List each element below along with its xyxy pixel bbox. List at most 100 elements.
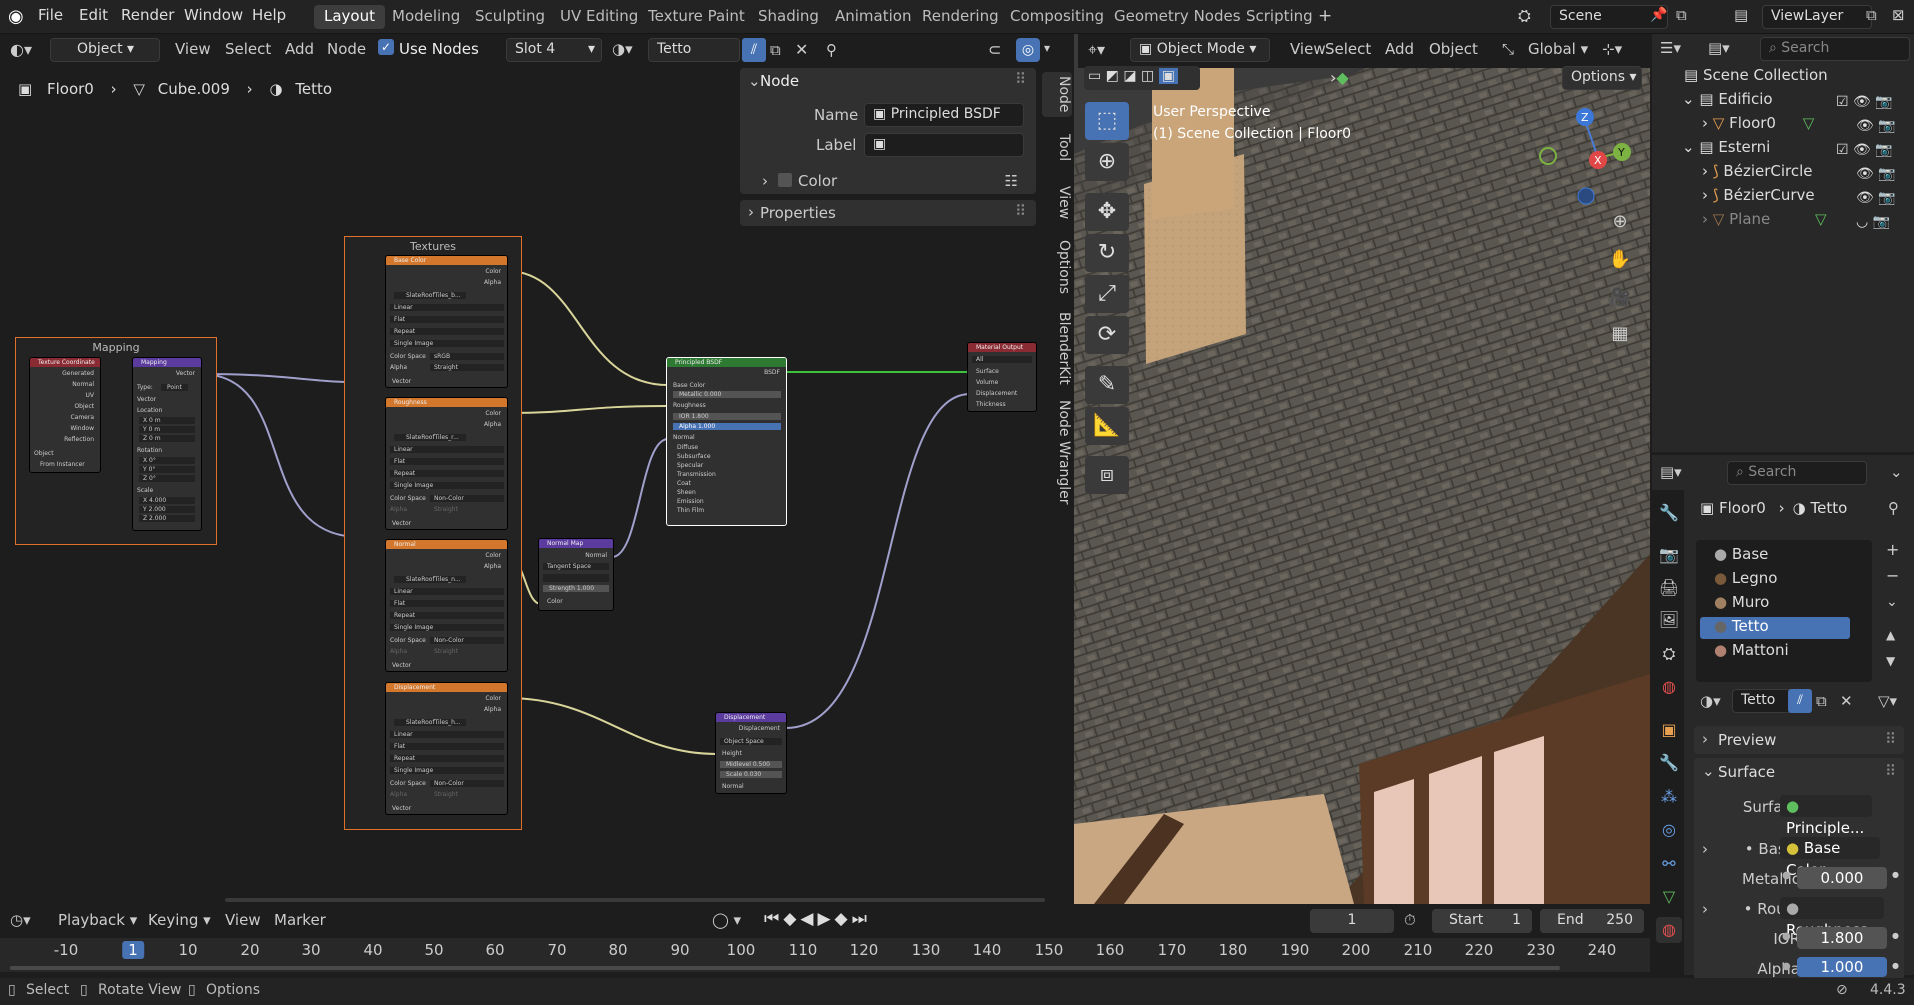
- surface-shader-field[interactable]: ● Principle...: [1780, 795, 1872, 837]
- ior-field[interactable]: 1.800: [1797, 927, 1887, 949]
- world-tab-icon[interactable]: ◍: [1656, 674, 1682, 700]
- panel-coat[interactable]: Coat: [677, 480, 691, 487]
- properties-type-icon[interactable]: ▤▾: [1660, 463, 1682, 481]
- eye-icon[interactable]: 👁: [1853, 142, 1871, 158]
- play-reverse-icon[interactable]: ◀: [800, 909, 817, 929]
- next-keyframe-icon[interactable]: ◆: [835, 909, 852, 929]
- menu-add[interactable]: Add: [1385, 40, 1414, 58]
- material-slot-tetto[interactable]: ● Tetto: [1700, 617, 1850, 639]
- outliner-row-floor0[interactable]: › ▽ Floor0 ▽: [1702, 114, 1814, 136]
- move-tool[interactable]: ✥: [1085, 193, 1129, 231]
- pin-icon[interactable]: 📌: [1650, 7, 1667, 23]
- outliner-type-icon[interactable]: ☰▾: [1660, 39, 1681, 57]
- field[interactable]: Y 2.000: [139, 506, 195, 513]
- label-field[interactable]: ▣: [864, 133, 1024, 157]
- duplicate-material-icon[interactable]: ⧉: [1816, 692, 1827, 710]
- uv-map-field[interactable]: [543, 574, 609, 582]
- dropdown[interactable]: Repeat: [390, 612, 504, 619]
- link-type-icon[interactable]: ▽▾: [1878, 692, 1897, 710]
- space-dropdown[interactable]: Tangent Space: [543, 563, 609, 570]
- image-name[interactable]: SlateRoofTiles_r...: [394, 434, 466, 441]
- eye-icon[interactable]: 👁: [1856, 118, 1874, 134]
- image-name[interactable]: SlateRoofTiles_n...: [394, 576, 466, 583]
- properties-section[interactable]: › Properties ⠿: [740, 200, 1036, 226]
- principled-bsdf-node[interactable]: Principled BSDF BSDF Base Color Metallic…: [666, 357, 787, 526]
- field[interactable]: Y 0 m: [139, 426, 195, 433]
- eye-icon[interactable]: 👁: [1853, 94, 1871, 110]
- dropdown[interactable]: Single Image: [390, 482, 504, 489]
- texture-coordinate-node[interactable]: Texture Coordinate Generated Normal UV O…: [29, 357, 101, 473]
- orientation-icon[interactable]: ⤡: [1502, 40, 1514, 58]
- field[interactable]: X 0 m: [139, 417, 195, 424]
- annotate-tool[interactable]: ✎: [1085, 366, 1129, 404]
- tab-scripting[interactable]: Scripting: [1236, 5, 1323, 29]
- unlink-material-icon[interactable]: ✕: [1840, 692, 1853, 710]
- camera-icon[interactable]: 📷: [1873, 214, 1890, 230]
- panel-subsurface[interactable]: Subsurface: [677, 453, 711, 460]
- field[interactable]: Z 0 m: [139, 435, 195, 442]
- scale-tool[interactable]: ⤢: [1085, 275, 1129, 313]
- camera-view-icon[interactable]: 🎥: [1604, 282, 1636, 314]
- outliner-row-esterni[interactable]: ⌄ ▤ Esterni: [1682, 138, 1770, 160]
- dropdown[interactable]: Repeat: [390, 755, 504, 762]
- drag-handle-icon[interactable]: ⠿: [1015, 202, 1026, 220]
- ortho-grid-icon[interactable]: ▦: [1604, 318, 1636, 350]
- panel-diffuse[interactable]: Diffuse: [677, 444, 698, 451]
- keyframe-dot-icon[interactable]: ●: [1892, 961, 1899, 970]
- timeline-scrollbar[interactable]: [10, 966, 1560, 970]
- pin-icon[interactable]: ⚲: [1888, 499, 1899, 517]
- modifier-tab-icon[interactable]: 🔧: [1656, 750, 1682, 776]
- alpha-value[interactable]: Straight: [430, 364, 504, 371]
- dropdown[interactable]: Flat: [390, 316, 504, 323]
- ior-field[interactable]: IOR 1.800: [673, 413, 781, 420]
- material-output-node[interactable]: Material Output All Surface Volume Displ…: [967, 342, 1037, 412]
- chevron-down-icon[interactable]: ⌄: [1890, 463, 1903, 481]
- viewport-options-button[interactable]: Options ▾: [1562, 66, 1642, 90]
- mode-dropdown[interactable]: ▣ Object Mode ▾: [1130, 38, 1270, 62]
- list-icon[interactable]: ☷: [1005, 172, 1018, 190]
- checkbox-icon[interactable]: ☑: [1836, 94, 1849, 110]
- roughness-texture-node[interactable]: Roughness Color Alpha SlateRoofTiles_r..…: [385, 397, 508, 530]
- dropdown[interactable]: Flat: [390, 600, 504, 607]
- midlevel-field[interactable]: Midlevel 0.500: [720, 761, 782, 768]
- eye-icon[interactable]: 👁: [1856, 166, 1874, 182]
- alpha-value[interactable]: Straight: [430, 791, 504, 798]
- remove-slot-icon[interactable]: −: [1886, 566, 1899, 585]
- dropdown[interactable]: Linear: [390, 588, 504, 595]
- current-frame-marker[interactable]: 1: [122, 941, 144, 959]
- color-space-value[interactable]: Non-Color: [430, 495, 504, 502]
- current-frame-field[interactable]: 1: [1310, 909, 1394, 933]
- node-section[interactable]: ⌄ Node ⠿ Name ▣ Principled BSDF Label ▣ …: [740, 68, 1036, 194]
- gizmo-toggle-icon[interactable]: ›◆: [1330, 68, 1349, 87]
- camera-icon[interactable]: 📷: [1875, 94, 1892, 110]
- drag-handle-icon[interactable]: ⠿: [1885, 730, 1896, 748]
- outliner-row-plane[interactable]: › ▽ Plane ▽: [1702, 210, 1827, 232]
- keyframe-dot-icon[interactable]: ●: [1892, 931, 1899, 940]
- move-down-icon[interactable]: ▼: [1886, 654, 1895, 668]
- chevron-right-icon[interactable]: ›: [1702, 900, 1708, 918]
- menu-playback[interactable]: Playback ▾: [58, 911, 137, 929]
- view-layer-tab-icon[interactable]: 🖼: [1656, 607, 1682, 633]
- menu-keying[interactable]: Keying ▾: [148, 911, 211, 929]
- strength-field[interactable]: Strength 1.000: [543, 585, 609, 592]
- move-up-icon[interactable]: ▲: [1886, 628, 1895, 642]
- measure-tool[interactable]: 📐: [1085, 407, 1129, 445]
- dropdown[interactable]: Single Image: [390, 340, 504, 347]
- display-mode-icon[interactable]: ▤▾: [1708, 39, 1730, 57]
- dropdown[interactable]: Single Image: [390, 767, 504, 774]
- panel-specular[interactable]: Specular: [677, 462, 703, 469]
- field[interactable]: Z 2.000: [139, 515, 195, 522]
- chevron-right-icon[interactable]: ›: [1702, 840, 1708, 858]
- constraints-tab-icon[interactable]: ⚯: [1656, 851, 1682, 877]
- material-name-field[interactable]: Tetto: [1732, 689, 1792, 713]
- checkbox-icon[interactable]: ☑: [1836, 142, 1849, 158]
- outliner-row-scene-collection[interactable]: ▤ Scene Collection: [1684, 66, 1828, 88]
- color-space-value[interactable]: Non-Color: [430, 637, 504, 644]
- object-tab-icon[interactable]: ▣: [1656, 717, 1682, 743]
- menu-select[interactable]: Select: [1325, 40, 1371, 58]
- tool-tab-icon[interactable]: 🔧: [1656, 500, 1682, 526]
- dropdown[interactable]: Repeat: [390, 470, 504, 477]
- physics-tab-icon[interactable]: ◎: [1656, 817, 1682, 843]
- prev-keyframe-icon[interactable]: ◆: [783, 909, 800, 929]
- slot-menu-icon[interactable]: ⌄: [1886, 594, 1898, 610]
